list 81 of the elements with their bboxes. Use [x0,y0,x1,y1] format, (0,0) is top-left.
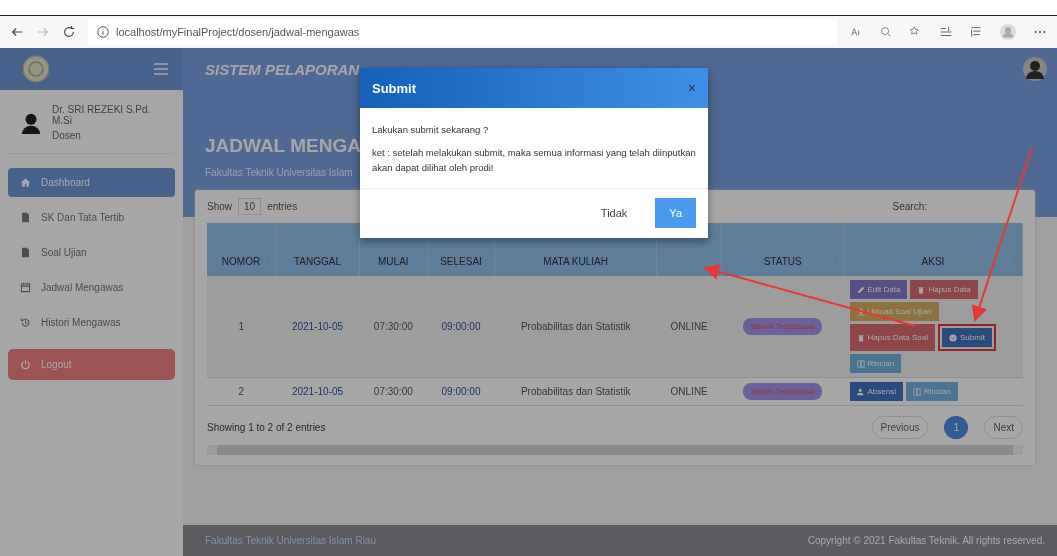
page-subtitle: Fakultas Teknik Universitas Islam [205,167,353,178]
user-role: Dosen [52,130,82,141]
book-icon [912,387,921,396]
close-button[interactable]: × [687,80,696,96]
file-icon [20,247,31,258]
sidebar-item[interactable]: Dashboard [8,168,175,197]
column-header[interactable]: TANGGAL [275,223,360,276]
status-badge: Belum Terlaksana [742,383,823,400]
footer-link[interactable]: Fakultas Teknik Universitas Islam Riau [205,535,376,546]
home-icon [20,177,31,188]
entries-label: entries [267,201,298,212]
table-cell: Probabilitas dan Statistik [494,377,657,406]
column-header[interactable]: AKSI [843,223,1023,276]
copyright-text: Copyright © 2021 Fakultas Teknik. All rights reserved. [807,535,1045,546]
upload-icon [856,307,865,316]
menu-icon[interactable] [153,61,169,77]
file-icon [20,212,31,223]
column-header[interactable]: STATUS [721,223,844,276]
table-cell: 09:00:00 [427,377,495,406]
table-cell: 2021-10-05 [275,377,360,406]
profile-icon[interactable] [999,23,1017,41]
action-button[interactable]: Rincian [905,382,958,401]
column-header[interactable]: NOMOR [207,223,276,276]
show-label: Show [207,201,232,212]
sidebar-item[interactable]: Histori Mengawas [8,308,175,337]
info-icon [96,25,110,39]
action-button[interactable]: Hapus Data [910,280,978,299]
table-cell: 09:00:00 [427,276,495,378]
action-button[interactable]: Hapus Data Soal [849,324,935,351]
action-button[interactable]: Absensi [849,382,903,401]
back-icon[interactable] [10,25,24,39]
pagination-button[interactable]: Next [984,416,1023,439]
user-name: Dr. SRI REZEKI S.Pd. M.Si [52,104,152,126]
check-circle-icon [949,333,957,342]
table-cell: 1 [207,276,276,378]
sidebar-item[interactable]: SK Dan Tata Tertib [8,203,175,232]
sort-icon [832,256,838,266]
table-cell: Probabilitas dan Statistik [494,276,657,378]
table-cell: 2 [207,377,276,406]
action-button[interactable]: Submit [942,328,992,347]
table-cell: 07:30:00 [359,276,428,378]
user-check-icon [856,387,865,396]
pagination-button[interactable]: 1 [944,416,969,439]
table-cell: ONLINE [656,276,722,378]
dialog-button[interactable]: Ya [655,197,696,228]
sort-icon [264,256,270,266]
page-size-select[interactable]: 10 [238,198,262,215]
dialog-note: ket : setelah melakukan submit, maka semua informasi yang telah diinputkan akan dapat dilihat oleh prodi! [372,146,696,176]
sidebar-item[interactable]: Soal Ujian [8,238,175,267]
collections-icon[interactable] [969,25,983,39]
logout-button[interactable]: Logout [8,349,175,380]
table-cell: ONLINE [656,377,722,406]
dialog-title: Submit [372,80,417,96]
zoom-icon[interactable] [879,25,893,39]
dialog-button[interactable]: Tidak [594,205,634,220]
action-button[interactable]: Rincian [849,354,902,373]
sort-icon [1011,256,1017,266]
horizontal-scrollbar[interactable] [207,445,1023,455]
app-title: SISTEM PELAPORAN [205,60,361,78]
pagination-button[interactable]: Previous [871,416,929,439]
avatar-icon[interactable] [1023,57,1047,81]
book-icon [856,359,865,368]
status-badge: Belum Terlaksana [742,318,823,335]
logo-icon [22,55,50,83]
search-label: Search: [892,201,927,212]
action-button[interactable]: Edit Data [849,280,908,299]
table-info: Showing 1 to 2 of 2 entries [207,422,326,433]
trash-icon [856,333,865,342]
sidebar-item[interactable]: Jadwal Mengawas [8,273,175,302]
history-icon [20,317,31,328]
address-bar[interactable]: localhost/myFinalProject/dosen/jadwal-mengawas [88,19,837,45]
page-title: JADWAL MENGA [205,135,361,157]
dialog-question: Lakukan submit sekarang ? [372,123,490,137]
trash-icon [917,285,926,294]
table-cell: 2021-10-05 [275,276,360,378]
reload-icon[interactable] [62,25,76,39]
favorites-list-icon[interactable] [939,25,953,39]
power-icon [20,359,31,370]
calendar-icon [20,282,31,293]
table-cell: 07:30:00 [359,377,428,406]
pencil-icon [856,285,865,294]
